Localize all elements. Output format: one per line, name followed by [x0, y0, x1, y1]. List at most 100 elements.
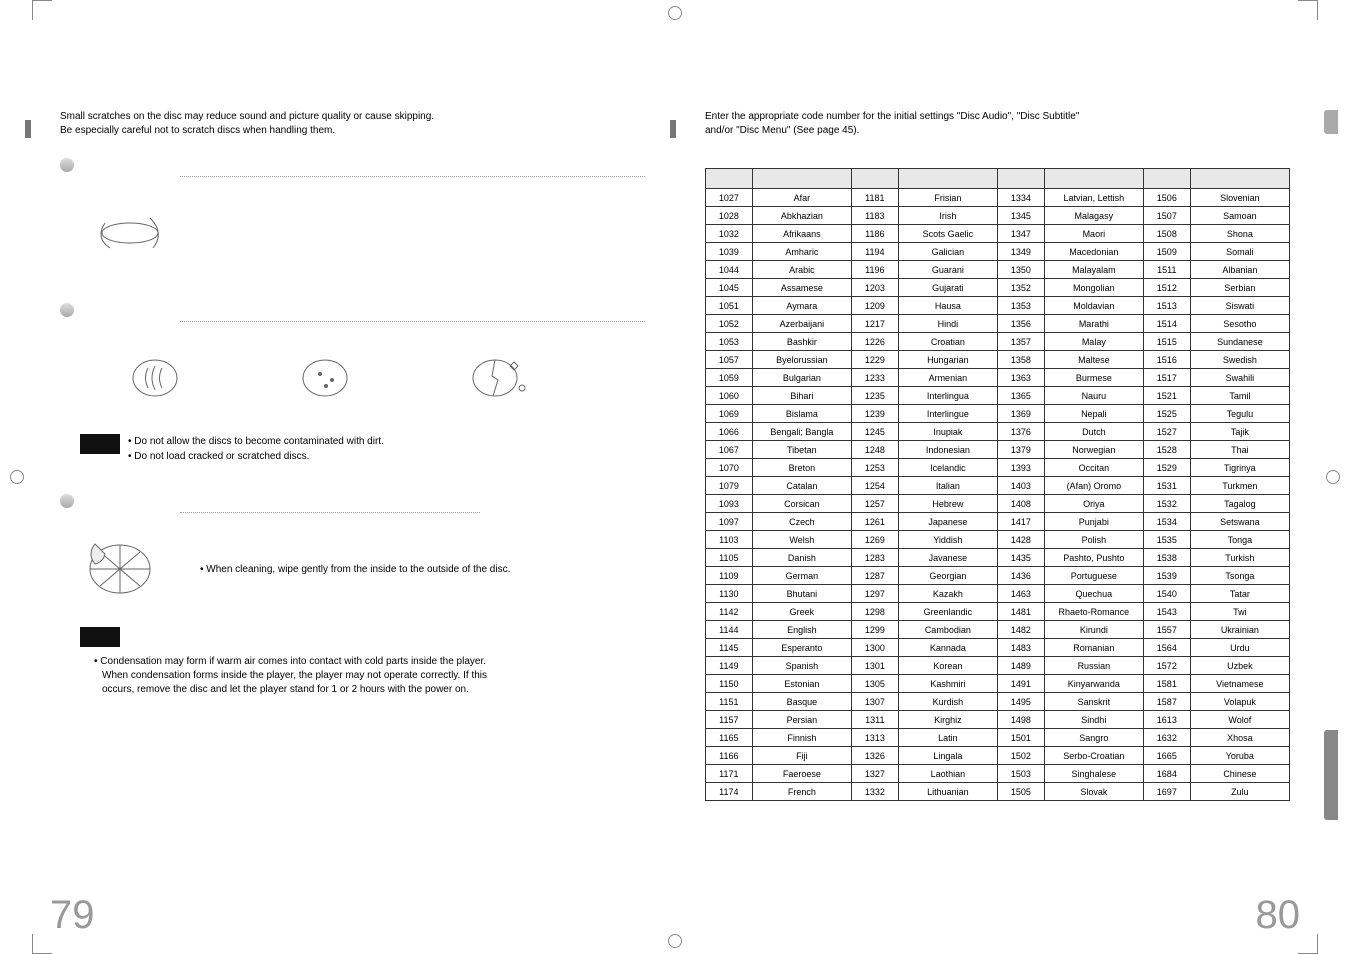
table-cell: Hebrew	[898, 495, 997, 513]
table-cell: Tajik	[1190, 423, 1289, 441]
table-cell: Tegulu	[1190, 405, 1289, 423]
table-cell: Interlingua	[898, 387, 997, 405]
table-row: 1027Afar1181Frisian1334Latvian, Lettish1…	[706, 189, 1290, 207]
table-cell: Oriya	[1044, 495, 1143, 513]
table-cell: Esperanto	[752, 639, 851, 657]
table-cell: French	[752, 783, 851, 801]
table-cell: 1665	[1143, 747, 1190, 765]
table-cell: Greenlandic	[898, 603, 997, 621]
crack-illustration	[440, 338, 550, 418]
intro-line-1: Small scratches on the disc may reduce s…	[60, 111, 434, 122]
table-cell: 1196	[851, 261, 898, 279]
table-cell: Swedish	[1190, 351, 1289, 369]
table-row: 1130Bhutani1297Kazakh1463Quechua1540Tata…	[706, 585, 1290, 603]
table-cell: Singhalese	[1044, 765, 1143, 783]
table-cell: Laothian	[898, 765, 997, 783]
table-cell: 1543	[1143, 603, 1190, 621]
table-cell: 1209	[851, 297, 898, 315]
table-cell: 1345	[997, 207, 1044, 225]
table-row: 1149Spanish1301Korean1489Russian1572Uzbe…	[706, 657, 1290, 675]
table-cell: Corsican	[752, 495, 851, 513]
table-cell: 1217	[851, 315, 898, 333]
table-cell: 1150	[706, 675, 753, 693]
table-cell: Volapuk	[1190, 693, 1289, 711]
table-cell: 1393	[997, 459, 1044, 477]
table-cell: Mongolian	[1044, 279, 1143, 297]
table-cell: 1632	[1143, 729, 1190, 747]
table-cell: 1257	[851, 495, 898, 513]
page-number-right: 80	[1256, 893, 1301, 938]
table-cell: Armenian	[898, 369, 997, 387]
table-cell: 1564	[1143, 639, 1190, 657]
table-cell: Afar	[752, 189, 851, 207]
table-cell: 1376	[997, 423, 1044, 441]
table-cell: 1283	[851, 549, 898, 567]
table-cell: Twi	[1190, 603, 1289, 621]
table-cell: Sundanese	[1190, 333, 1289, 351]
table-cell: 1181	[851, 189, 898, 207]
table-cell: Scots Gaelic	[898, 225, 997, 243]
table-cell: Croatian	[898, 333, 997, 351]
table-cell: Swahili	[1190, 369, 1289, 387]
table-cell: Korean	[898, 657, 997, 675]
table-cell: Somali	[1190, 243, 1289, 261]
table-cell: 1142	[706, 603, 753, 621]
table-cell: 1534	[1143, 513, 1190, 531]
table-cell: Urdu	[1190, 639, 1289, 657]
table-cell: Marathi	[1044, 315, 1143, 333]
table-cell: Kirundi	[1044, 621, 1143, 639]
table-cell: 1070	[706, 459, 753, 477]
table-row: 1165Finnish1313Latin1501Sangro1632Xhosa	[706, 729, 1290, 747]
table-cell: 1093	[706, 495, 753, 513]
table-cell: Gujarati	[898, 279, 997, 297]
table-cell: 1057	[706, 351, 753, 369]
table-cell: Bihari	[752, 387, 851, 405]
thumb-tab-icon	[1324, 730, 1338, 820]
table-row: 1044Arabic1196Guarani1350Malayalam1511Al…	[706, 261, 1290, 279]
table-cell: 1305	[851, 675, 898, 693]
table-cell: 1509	[1143, 243, 1190, 261]
table-cell: 1145	[706, 639, 753, 657]
table-row: 1093Corsican1257Hebrew1408Oriya1532Tagal…	[706, 495, 1290, 513]
table-cell: Assamese	[752, 279, 851, 297]
table-header-row	[706, 169, 1290, 189]
table-row: 1057Byelorussian1229Hungarian1358Maltese…	[706, 351, 1290, 369]
table-cell: 1032	[706, 225, 753, 243]
table-cell: 1532	[1143, 495, 1190, 513]
table-cell: Bashkir	[752, 333, 851, 351]
table-row: 1142Greek1298Greenlandic1481Rhaeto-Roman…	[706, 603, 1290, 621]
table-cell: 1151	[706, 693, 753, 711]
table-cell: 1186	[851, 225, 898, 243]
table-cell: Frisian	[898, 189, 997, 207]
table-cell: Malagasy	[1044, 207, 1143, 225]
table-cell: Serbian	[1190, 279, 1289, 297]
step-2	[60, 303, 645, 317]
table-cell: Bislama	[752, 405, 851, 423]
table-cell: 1313	[851, 729, 898, 747]
table-cell: Afrikaans	[752, 225, 851, 243]
table-row: 1105Danish1283Javanese1435Pashto, Pushto…	[706, 549, 1290, 567]
table-cell: 1149	[706, 657, 753, 675]
table-cell: Setswana	[1190, 513, 1289, 531]
table-row: 1052Azerbaijani1217Hindi1356Marathi1514S…	[706, 315, 1290, 333]
table-cell: 1253	[851, 459, 898, 477]
table-cell: Thai	[1190, 441, 1289, 459]
table-cell: 1529	[1143, 459, 1190, 477]
page-number-left: 79	[50, 893, 95, 938]
table-cell: 1505	[997, 783, 1044, 801]
table-cell: 1097	[706, 513, 753, 531]
table-cell: Catalan	[752, 477, 851, 495]
table-cell: 1483	[997, 639, 1044, 657]
table-cell: Tatar	[1190, 585, 1289, 603]
table-cell: Latin	[898, 729, 997, 747]
table-cell: 1572	[1143, 657, 1190, 675]
table-cell: Nauru	[1044, 387, 1143, 405]
wipe-illustration	[60, 529, 180, 609]
table-cell: Xhosa	[1190, 729, 1289, 747]
intro-line-2: Be especially careful not to scratch dis…	[60, 125, 335, 136]
table-cell: 1495	[997, 693, 1044, 711]
table-cell: 1326	[851, 747, 898, 765]
table-cell: Moldavian	[1044, 297, 1143, 315]
condensation-note: • Condensation may form if warm air come…	[94, 655, 494, 697]
table-cell: Breton	[752, 459, 851, 477]
